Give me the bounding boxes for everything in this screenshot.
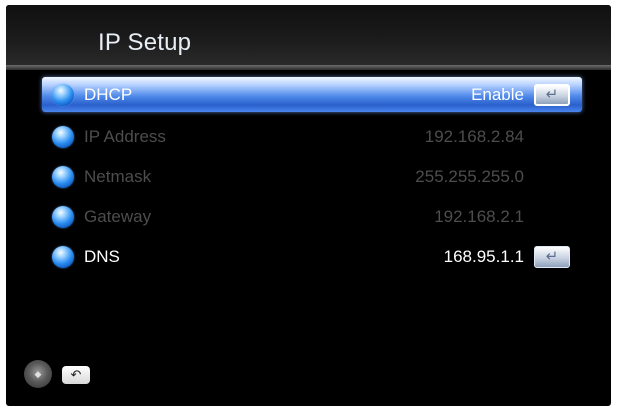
footer-controls: ◆ ↶ [24,360,144,390]
setting-label: DHCP [84,84,133,104]
bullet-orb-icon [52,83,74,106]
bullet-orb-icon [52,166,74,188]
header-bar: IP Setup [6,5,611,65]
setting-row-dhcp[interactable]: DHCP Enable ↵ [42,77,582,112]
setting-value: 192.168.2.84 [424,127,524,146]
setting-label: IP Address [84,127,166,146]
setting-label: DNS [84,247,120,266]
setting-label: Gateway [84,207,152,226]
ip-setup-screen: IP Setup DHCP Enable ↵ IP Address 192.16… [6,5,611,406]
setting-value: 168.95.1.1 [443,247,524,266]
ip-settings-list: DHCP Enable ↵ IP Address 192.168.2.84 Ne… [42,77,582,277]
enter-return-icon[interactable]: ↵ [534,246,570,268]
enter-return-icon[interactable]: ↵ [534,83,570,106]
setting-row-gateway: Gateway 192.168.2.1 [42,197,582,237]
setting-row-dns[interactable]: DNS 168.95.1.1 ↵ [42,237,582,277]
setting-value: 255.255.255.0 [415,167,524,186]
header-divider [6,65,611,70]
back-return-icon[interactable]: ↶ [62,366,90,384]
bullet-orb-icon [52,246,74,268]
setting-value: Enable [471,84,524,104]
setting-value: 192.168.2.1 [434,207,524,226]
bullet-orb-icon [52,126,74,148]
setting-label: Netmask [84,167,152,186]
directional-pad-icon: ◆ [24,360,52,388]
setting-row-ip-address: IP Address 192.168.2.84 [42,117,582,157]
bullet-orb-icon [52,206,74,228]
page-title: IP Setup [98,29,192,56]
setting-row-netmask: Netmask 255.255.255.0 [42,157,582,197]
